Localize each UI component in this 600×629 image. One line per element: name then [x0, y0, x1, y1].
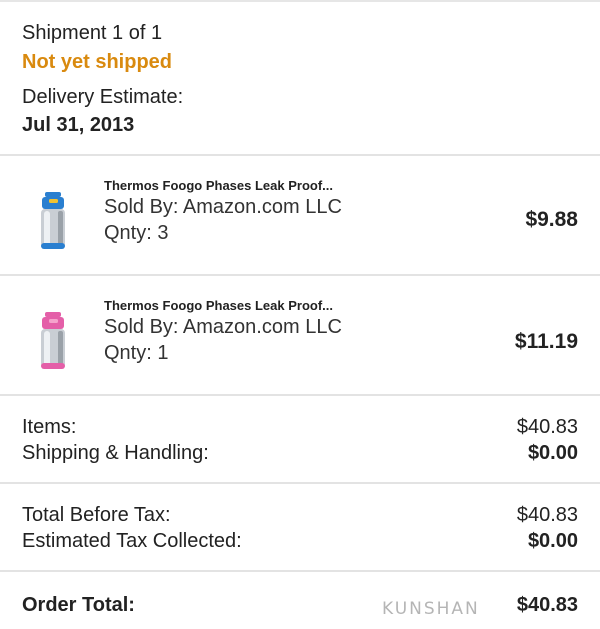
order-item[interactable]: Thermos Foogo Phases Leak Proof... Sold …	[0, 276, 600, 396]
watermark-logo: KUNSHAN	[382, 577, 592, 625]
estimated-tax-label: Estimated Tax Collected:	[22, 530, 242, 552]
watermark-text: KUNSHAN	[382, 599, 480, 619]
item-quantity: Qnty: 1	[104, 342, 169, 364]
shipment-status: Not yet shipped	[22, 51, 173, 73]
bottle-product-icon[interactable]	[36, 312, 70, 370]
item-quantity: Qnty: 3	[104, 222, 169, 244]
shipping-label: Shipping & Handling:	[22, 442, 209, 464]
tax-summary: Total Before Tax: $40.83 Estimated Tax C…	[0, 484, 600, 572]
shipment-title: Shipment 1 of 1	[22, 22, 163, 44]
items-summary: Items: $40.83 Shipping & Handling: $0.00	[0, 396, 600, 484]
delivery-estimate-date: Jul 31, 2013	[22, 114, 135, 136]
item-price: $11.19	[514, 330, 578, 353]
total-before-tax-label: Total Before Tax:	[22, 504, 171, 526]
items-subtotal-value: $40.83	[516, 416, 578, 438]
shipment-header: Shipment 1 of 1 Not yet shipped Delivery…	[0, 2, 600, 156]
items-subtotal-label: Items:	[22, 416, 77, 438]
item-seller: Sold By: Amazon.com LLC	[104, 316, 342, 338]
delivery-estimate-label: Delivery Estimate:	[22, 86, 184, 108]
item-name[interactable]: Thermos Foogo Phases Leak Proof...	[104, 298, 333, 313]
bottle-product-icon[interactable]	[36, 192, 70, 250]
order-total-label: Order Total:	[22, 594, 135, 616]
item-price: $9.88	[525, 208, 578, 231]
order-item[interactable]: Thermos Foogo Phases Leak Proof... Sold …	[0, 156, 600, 276]
item-name[interactable]: Thermos Foogo Phases Leak Proof...	[104, 178, 333, 193]
shipping-value: $0.00	[527, 442, 578, 464]
estimated-tax-value: $0.00	[527, 530, 578, 552]
item-seller: Sold By: Amazon.com LLC	[104, 196, 342, 218]
total-before-tax-value: $40.83	[516, 504, 578, 526]
